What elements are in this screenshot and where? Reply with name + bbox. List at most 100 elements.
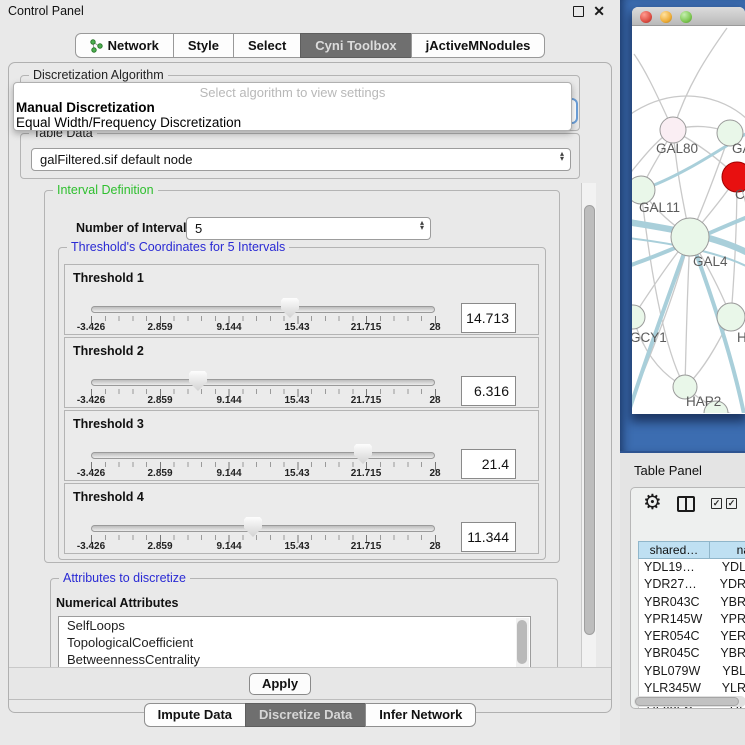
tick-label: 15.43 bbox=[284, 395, 309, 406]
table-row[interactable]: YER054CYER0 bbox=[639, 628, 745, 645]
tick-label: 2.859 bbox=[147, 468, 172, 479]
minimize-traffic-light-icon[interactable] bbox=[660, 11, 672, 23]
list-item-betweennesscentrality[interactable]: BetweennessCentrality bbox=[59, 651, 530, 667]
table-horizontal-scrollbar[interactable] bbox=[634, 696, 745, 707]
cell: YDR27… bbox=[639, 576, 718, 593]
node-gal80[interactable] bbox=[660, 117, 686, 143]
split-columns-icon[interactable] bbox=[677, 496, 695, 512]
table-row[interactable]: YLR345WYLR3 bbox=[639, 680, 745, 697]
node-h[interactable] bbox=[717, 303, 745, 331]
tick-label: 21.715 bbox=[351, 541, 382, 552]
tick-label: 28 bbox=[429, 468, 440, 479]
tab-select-label: Select bbox=[248, 34, 286, 57]
list-scrollbar[interactable] bbox=[516, 618, 529, 667]
threshold-1-label: Threshold 1 bbox=[73, 271, 144, 285]
table-row[interactable]: YBR043CYBR0 bbox=[639, 594, 745, 611]
tick-label: -3.426 bbox=[77, 395, 105, 406]
screen: Control Panel ✕ Network Style Select Cyn… bbox=[0, 0, 745, 745]
tab-style[interactable]: Style bbox=[173, 33, 234, 58]
tab-discretize-data[interactable]: Discretize Data bbox=[245, 703, 366, 727]
list-item-selfloops[interactable]: SelfLoops bbox=[59, 617, 530, 634]
top-tab-bar: Network Style Select Cyni Toolbox jActiv… bbox=[0, 33, 620, 58]
network-canvas[interactable]: GAL80 GA C GAL11 GAL4 GCY1 H HAP2 bbox=[632, 26, 745, 413]
control-panel-titlebar: Control Panel ✕ bbox=[0, 0, 620, 22]
numerical-attributes-label: Numerical Attributes bbox=[56, 596, 178, 610]
table-row[interactable]: YPR145WYPR1 bbox=[639, 611, 745, 628]
tick-label: 9.144 bbox=[216, 322, 241, 333]
numerical-attributes-list: SelfLoops TopologicalCoefficient Between… bbox=[58, 616, 531, 667]
tab-cyni-toolbox[interactable]: Cyni Toolbox bbox=[300, 33, 411, 58]
threshold-1-slider-handle[interactable] bbox=[281, 298, 299, 318]
threshold-4-slider-track[interactable] bbox=[91, 525, 435, 532]
settings-scrollbar[interactable] bbox=[581, 183, 596, 667]
float-window-icon[interactable] bbox=[573, 6, 584, 17]
column-header-name[interactable]: na bbox=[710, 541, 745, 559]
algorithm-option-equal-width[interactable]: Equal Width/Frequency Discretization bbox=[14, 115, 571, 130]
thresholds-group: Threshold's Coordinates for 5 Intervals … bbox=[58, 247, 546, 560]
threshold-4-slider-handle[interactable] bbox=[244, 517, 262, 537]
node-label-gal11: GAL11 bbox=[639, 200, 680, 215]
attribute-browser: ⚙ ✓ ✓ shared… na YDL19…YDL1 YDR27…YDR2 Y… bbox=[630, 487, 745, 709]
threshold-2-value-field[interactable]: 6.316 bbox=[461, 376, 516, 406]
network-window-titlebar[interactable] bbox=[632, 7, 745, 26]
checkbox-icon[interactable]: ✓ bbox=[726, 498, 737, 509]
column-header-shared-name[interactable]: shared… bbox=[638, 541, 710, 559]
tab-impute-data[interactable]: Impute Data bbox=[144, 703, 246, 727]
threshold-3-slider-handle[interactable] bbox=[354, 444, 372, 464]
apply-button[interactable]: Apply bbox=[249, 673, 311, 695]
threshold-1-slider-track[interactable] bbox=[91, 306, 435, 313]
cell: YBR0 bbox=[718, 645, 745, 662]
interval-definition-group: Interval Definition Number of Intervals … bbox=[44, 190, 560, 563]
tick-label: 28 bbox=[429, 541, 440, 552]
threshold-4-value-field[interactable]: 11.344 bbox=[461, 522, 516, 552]
cell: YDL19… bbox=[639, 559, 720, 576]
threshold-1-value-field[interactable]: 14.713 bbox=[461, 303, 516, 333]
close-icon[interactable]: ✕ bbox=[593, 3, 605, 20]
algorithm-option-manual[interactable]: Manual Discretization bbox=[14, 100, 571, 115]
cell: YDL1 bbox=[720, 559, 745, 576]
table-row[interactable]: YDL19…YDL1 bbox=[639, 559, 745, 576]
cell: YDR2 bbox=[718, 576, 745, 593]
node-label-c: C bbox=[735, 187, 745, 202]
close-traffic-light-icon[interactable] bbox=[640, 11, 652, 23]
table-data-group: Table Data galFiltered.sif default node … bbox=[20, 133, 580, 179]
list-item-topologicalcoefficient[interactable]: TopologicalCoefficient bbox=[59, 634, 530, 651]
node-label-gcy1: GCY1 bbox=[632, 330, 667, 345]
checkbox-icon[interactable]: ✓ bbox=[711, 498, 722, 509]
bottom-tab-bar: Impute Data Discretize Data Infer Networ… bbox=[0, 703, 620, 727]
threshold-4-tick-marks bbox=[91, 535, 436, 543]
desktop-background: GAL80 GA C GAL11 GAL4 GCY1 H HAP2 bbox=[620, 0, 745, 453]
tab-jactive-label: jActiveMNodules bbox=[426, 34, 531, 57]
table-row[interactable]: YBL079WYBL0 bbox=[639, 663, 745, 680]
node-gal4[interactable] bbox=[671, 218, 709, 256]
tab-infer-network[interactable]: Infer Network bbox=[365, 703, 476, 727]
node-gcy1[interactable] bbox=[632, 305, 645, 329]
network-view-window[interactable]: GAL80 GA C GAL11 GAL4 GCY1 H HAP2 bbox=[632, 7, 745, 414]
tab-jactivemnodules[interactable]: jActiveMNodules bbox=[411, 33, 546, 58]
tab-network-label: Network bbox=[108, 34, 159, 57]
threshold-3-value-field[interactable]: 21.4 bbox=[461, 449, 516, 479]
node-label-gal80: GAL80 bbox=[656, 141, 698, 156]
cell: YLR345W bbox=[639, 680, 720, 697]
table-row[interactable]: YBR045CYBR0 bbox=[639, 645, 745, 662]
tick-label: 2.859 bbox=[147, 541, 172, 552]
cell: YPR1 bbox=[718, 611, 745, 628]
threshold-2-slider-track[interactable] bbox=[91, 379, 435, 386]
threshold-3-panel: Threshold 3 -3.426 2.859 9.144 15.43 21.… bbox=[64, 410, 539, 481]
table-row[interactable]: YDR27…YDR2 bbox=[639, 576, 745, 593]
zoom-traffic-light-icon[interactable] bbox=[680, 11, 692, 23]
tab-style-label: Style bbox=[188, 34, 219, 57]
gear-icon[interactable]: ⚙ bbox=[643, 490, 662, 515]
table-data-combobox[interactable]: galFiltered.sif default node ▴▾ bbox=[31, 148, 571, 171]
tab-select[interactable]: Select bbox=[233, 33, 301, 58]
cell: YBL0 bbox=[720, 663, 745, 680]
number-of-intervals-combobox[interactable]: 5 ▴▾ bbox=[186, 217, 431, 240]
threshold-3-slider-track[interactable] bbox=[91, 452, 435, 459]
tick-label: 15.43 bbox=[284, 468, 309, 479]
threshold-2-tick-marks bbox=[91, 389, 436, 397]
node-label-hap2: HAP2 bbox=[686, 394, 721, 409]
tab-cyni-label: Cyni Toolbox bbox=[315, 34, 396, 57]
table-rows: YDL19…YDL1 YDR27…YDR2 YBR043CYBR0 YPR145… bbox=[638, 559, 745, 709]
threshold-2-slider-handle[interactable] bbox=[189, 371, 207, 391]
tab-network[interactable]: Network bbox=[75, 33, 174, 58]
